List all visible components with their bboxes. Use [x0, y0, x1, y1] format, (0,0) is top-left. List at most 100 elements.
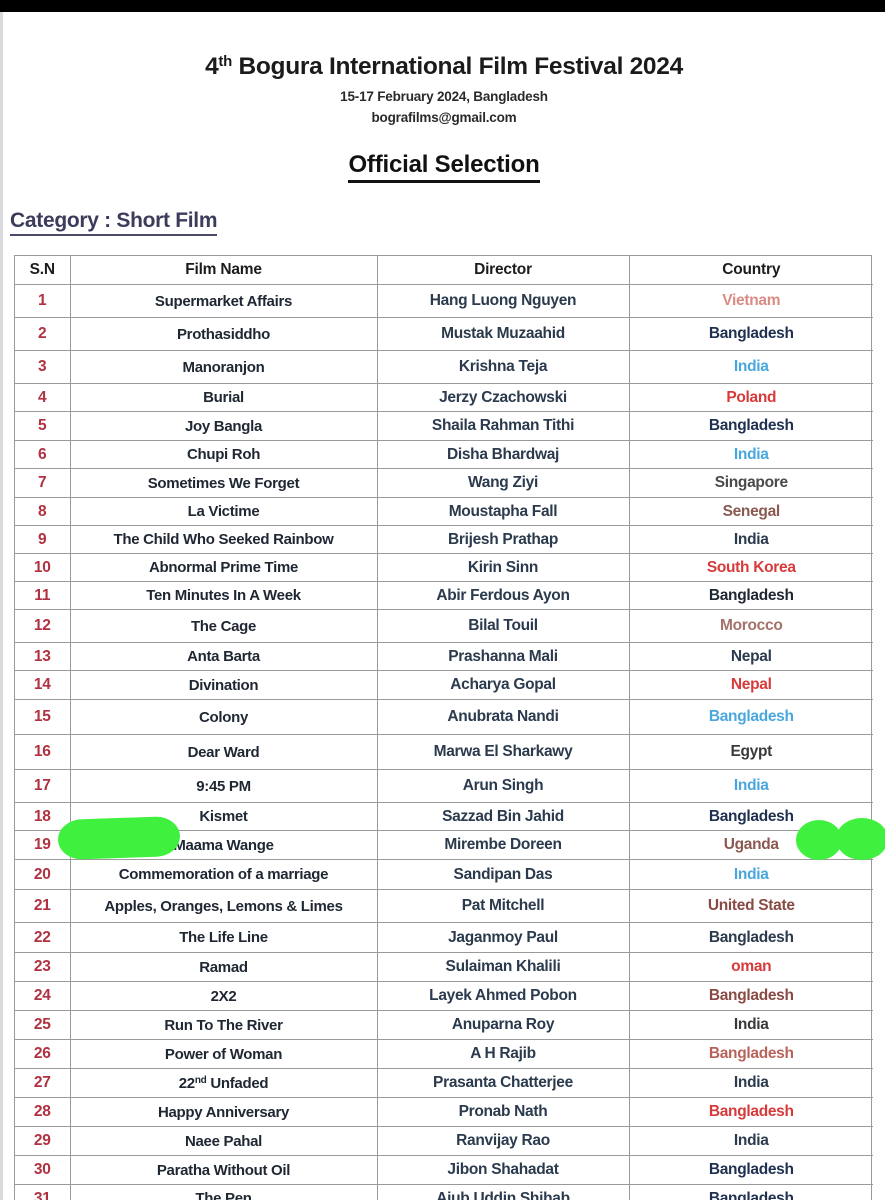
cell-film-name: Sometimes We Forget	[70, 468, 378, 499]
cell-sn: 16	[15, 734, 71, 771]
cell-director: Acharya Gopal	[377, 670, 630, 701]
cell-director: Ajub Uddin Shihab	[377, 1184, 630, 1200]
table-row: 20 Commemoration of a marriage Sandipan Da…	[15, 859, 873, 891]
cell-country: United State	[629, 889, 873, 924]
cell-film-name: 22nd Unfaded	[70, 1068, 378, 1099]
festival-email: bografilms@gmail.com	[371, 109, 517, 125]
cell-country: Egypt	[629, 734, 873, 771]
table-row: 22 The Life Line Jaganmoy Paul Bangladesh	[15, 922, 873, 954]
films-table-container: S.N Film Name Director Country 1 Supermar…	[14, 254, 873, 1200]
festival-title-ordinal: 4	[205, 53, 219, 80]
cell-sn: 10	[15, 553, 71, 583]
cell-sn: 11	[15, 581, 71, 611]
cell-director: Pat Mitchell	[377, 889, 630, 924]
cell-director: Pronab Nath	[377, 1097, 630, 1128]
cell-film-name: The Pen	[70, 1184, 378, 1200]
film-name-superscript: nd	[194, 1074, 207, 1086]
cell-country: India	[629, 1010, 873, 1041]
cell-film-name: Ten Minutes In A Week	[70, 581, 378, 611]
cell-film-name: Happy Anniversary	[70, 1097, 378, 1128]
cell-film-name: Supermarket Affairs	[70, 284, 378, 319]
cell-sn: 20	[15, 859, 71, 891]
cell-country: Nepal	[629, 670, 873, 701]
table-row: 26 Power of Woman A H Rajib Bangladesh	[15, 1039, 873, 1070]
table-row: 28 Happy Anniversary Pronab Nath Bangladesh	[15, 1097, 873, 1128]
category-line: Category : Short Film	[10, 209, 885, 236]
table-row: 2 Prothasiddho Mustak Muzaahid Bangladesh	[15, 317, 873, 352]
table-row: 30 Paratha Without Oil Jibon Shahadat Bangl…	[15, 1155, 873, 1186]
films-table-body: 1 Supermarket Affairs Hang Luong Nguyen Vie…	[15, 284, 873, 1200]
cell-sn: 23	[15, 952, 71, 983]
cell-film-name: Dear Ward	[70, 734, 378, 771]
cell-film-name: Colony	[70, 699, 378, 736]
cell-director: Anubrata Nandi	[377, 699, 630, 736]
cell-sn: 22	[15, 922, 71, 954]
cell-director: Shaila Rahman Tithi	[377, 411, 630, 442]
document-sheet: 4th Bogura International Film Festival 2…	[3, 12, 885, 1200]
cell-film-name: The Life Line	[70, 922, 378, 954]
document-header: 4th Bogura International Film Festival 2…	[3, 12, 885, 236]
cell-country: Vietnam	[629, 284, 873, 319]
cell-film-name: Abnormal Prime Time	[70, 553, 378, 583]
table-row: 3 Manoranjon Krishna Teja India	[15, 350, 873, 385]
table-row: 23 Ramad Sulaiman Khalili oman	[15, 952, 873, 983]
table-row: 27 22nd Unfaded Prasanta Chatterjee India	[15, 1068, 873, 1099]
table-row: 14 Divination Acharya Gopal Nepal	[15, 670, 873, 701]
cell-film-name: Chupi Roh	[70, 440, 378, 470]
cell-director: Krishna Teja	[377, 350, 630, 385]
table-row: 21 Apples, Oranges, Lemons & Limes Pat Mit…	[15, 889, 873, 924]
cell-country: India	[629, 859, 873, 891]
cell-director: Arun Singh	[377, 769, 630, 804]
cell-sn: 31	[15, 1184, 71, 1200]
table-row: 4 Burial Jerzy Czachowski Poland	[15, 383, 873, 413]
cell-director: Prashanna Mali	[377, 642, 630, 672]
cell-sn: 9	[15, 525, 71, 555]
cell-sn: 30	[15, 1155, 71, 1186]
cell-sn: 21	[15, 889, 71, 924]
cell-country: India	[629, 769, 873, 804]
cell-director: Brijesh Prathap	[377, 525, 630, 555]
cell-country: Bangladesh	[629, 981, 873, 1012]
table-row: 12 The Cage Bilal Touil Morocco	[15, 609, 873, 644]
films-table: S.N Film Name Director Country 1 Supermar…	[15, 255, 873, 1200]
cell-director: Bilal Touil	[377, 609, 630, 644]
table-row: 16 Dear Ward Marwa El Sharkawy Egypt	[15, 734, 873, 771]
table-row: 24 2X2 Layek Ahmed Pobon Bangladesh	[15, 981, 873, 1012]
cell-country: Bangladesh	[629, 802, 873, 832]
cell-country: oman	[629, 952, 873, 983]
cell-sn: 27	[15, 1068, 71, 1099]
cell-film-name: The Child Who Seeked Rainbow	[70, 525, 378, 555]
cell-country: Bangladesh	[629, 1039, 873, 1070]
cell-country: Bangladesh	[629, 581, 873, 611]
cell-director: Prasanta Chatterjee	[377, 1068, 630, 1099]
cell-sn: 2	[15, 317, 71, 352]
cell-sn: 8	[15, 497, 71, 527]
festival-title-superscript: th	[218, 53, 232, 70]
table-row: 19 Maama Wange Mirembe Doreen Uganda	[15, 830, 873, 861]
cell-sn: 3	[15, 350, 71, 385]
cell-country: Bangladesh	[629, 411, 873, 442]
cell-film-name: Ramad	[70, 952, 378, 983]
cell-country: Bangladesh	[629, 1097, 873, 1128]
cell-sn: 4	[15, 383, 71, 413]
table-row: 17 9:45 PM Arun Singh India	[15, 769, 873, 804]
column-header-film: Film Name	[70, 255, 378, 286]
cell-sn: 1	[15, 284, 71, 319]
cell-film-name: Naee Pahal	[70, 1126, 378, 1157]
cell-director: A H Rajib	[377, 1039, 630, 1070]
section-heading: Official Selection	[348, 151, 540, 183]
cell-director: Ranvijay Rao	[377, 1126, 630, 1157]
cell-country: India	[629, 440, 873, 470]
cell-film-name: Manoranjon	[70, 350, 378, 385]
table-row: 31 The Pen Ajub Uddin Shihab Bangladesh	[15, 1184, 873, 1200]
cell-sn: 18	[15, 802, 71, 832]
cell-film-name: Prothasiddho	[70, 317, 378, 352]
column-header-director: Director	[377, 255, 630, 286]
cell-film-name: Power of Woman	[70, 1039, 378, 1070]
cell-film-name: La Victime	[70, 497, 378, 527]
cell-sn: 24	[15, 981, 71, 1012]
cell-country: India	[629, 1126, 873, 1157]
cell-director: Disha Bhardwaj	[377, 440, 630, 470]
cell-director: Jaganmoy Paul	[377, 922, 630, 954]
festival-dates: 15-17 February 2024, Bangladesh	[340, 88, 548, 104]
